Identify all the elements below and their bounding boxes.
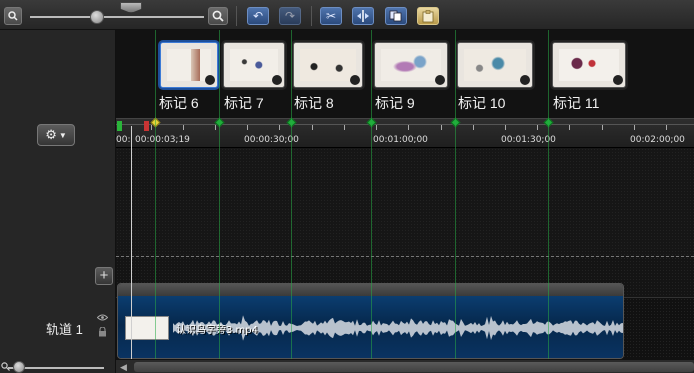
ruler-start-label: 00: [116, 135, 131, 145]
time-ruler[interactable]: 00: 00:00:03;19 00:00:30;00 00:01:00;00 … [116, 117, 694, 148]
split-button[interactable] [352, 7, 374, 25]
scroll-left-arrow[interactable]: ◀ [120, 362, 127, 373]
horizontal-scrollbar[interactable]: ◀ [116, 359, 694, 373]
marker-thumbnail[interactable] [552, 42, 626, 88]
ruler-tick [312, 125, 313, 130]
marker-thumbnail[interactable] [223, 42, 285, 88]
marker-label: 标记 9 [375, 95, 415, 111]
ruler-tick [215, 125, 216, 130]
marker-line [455, 30, 456, 359]
ruler-baseline [116, 124, 694, 125]
ruler-tick [441, 125, 442, 130]
marker-label: 标记 11 [553, 95, 600, 111]
selection-end-handle[interactable] [144, 121, 149, 131]
chevron-down-icon: ▼ [58, 130, 67, 140]
ruler-tick [537, 125, 538, 130]
selection-start-handle[interactable] [117, 121, 122, 131]
timeline-toolbar: ↶ ↷ ✂ [0, 0, 694, 30]
marker-label: 标记 6 [159, 95, 199, 111]
marker-thumbnail[interactable] [374, 42, 448, 88]
scrollbar-thumb[interactable] [134, 362, 694, 372]
marker-line [548, 30, 549, 359]
clip-name: 认识鸟字旁3.mp4 [176, 325, 258, 336]
track-height-slider-thumb[interactable] [13, 361, 25, 373]
playhead-line [131, 126, 132, 359]
ruler-tick [602, 125, 603, 130]
marker-line [371, 30, 372, 359]
add-track-button[interactable]: + [95, 267, 113, 285]
ruler-label: 00:01:00;00 [373, 135, 428, 145]
marker-thumbnail[interactable] [457, 42, 533, 88]
redo-button[interactable]: ↷ [279, 7, 301, 25]
ruler-tick [279, 125, 280, 130]
ruler-tick [344, 125, 345, 130]
markers-strip: 标记 6 标记 7 标记 8 标记 9 标记 10 标记 11 [116, 30, 694, 118]
ruler-tick [634, 125, 635, 130]
undo-icon: ↶ [252, 9, 264, 23]
zoom-in-icon[interactable] [208, 7, 228, 25]
ruler-tick [569, 125, 570, 130]
marker-thumbnail[interactable] [160, 42, 218, 88]
ruler-tick [376, 125, 377, 130]
undo-button[interactable]: ↶ [247, 7, 269, 25]
empty-track-area [116, 148, 694, 256]
settings-button[interactable]: ⚙ ▼ [37, 124, 75, 146]
zoom-slider-track[interactable] [30, 16, 204, 18]
marker-thumbnail[interactable] [293, 42, 363, 88]
gear-icon: ⚙ [45, 127, 57, 142]
redo-icon: ↷ [284, 9, 296, 23]
ruler-tick [505, 125, 506, 130]
playhead-time-label: 00:00:03;19 [135, 135, 190, 145]
zoom-out-icon[interactable] [4, 7, 22, 25]
marker-line [291, 30, 292, 359]
paste-button[interactable] [417, 7, 439, 25]
ruler-tick [247, 125, 248, 130]
ruler-label: 00:02:00;00 [630, 135, 685, 145]
paste-icon [422, 9, 434, 22]
copy-button[interactable] [385, 7, 407, 25]
scissors-icon: ✂ [325, 9, 337, 23]
ruler-tick [408, 125, 409, 130]
zoom-slider-thumb[interactable] [90, 10, 104, 24]
lock-icon[interactable] [98, 326, 107, 339]
ruler-tick [473, 125, 474, 130]
copy-icon [389, 10, 402, 22]
marker-label: 标记 7 [224, 95, 264, 111]
marker-line [219, 30, 220, 359]
split-icon [357, 10, 369, 22]
cut-button[interactable]: ✂ [320, 7, 342, 25]
track-label: 轨道 1 [46, 322, 83, 337]
eye-icon[interactable] [96, 313, 109, 324]
ruler-tick [151, 125, 152, 130]
marker-line [155, 30, 156, 359]
toolbar-separator [236, 6, 237, 26]
toolbar-separator [311, 6, 312, 26]
marker-label: 标记 8 [294, 95, 334, 111]
ruler-tick [666, 125, 667, 130]
marker-label: 标记 10 [458, 95, 506, 111]
ruler-tick [183, 125, 184, 130]
